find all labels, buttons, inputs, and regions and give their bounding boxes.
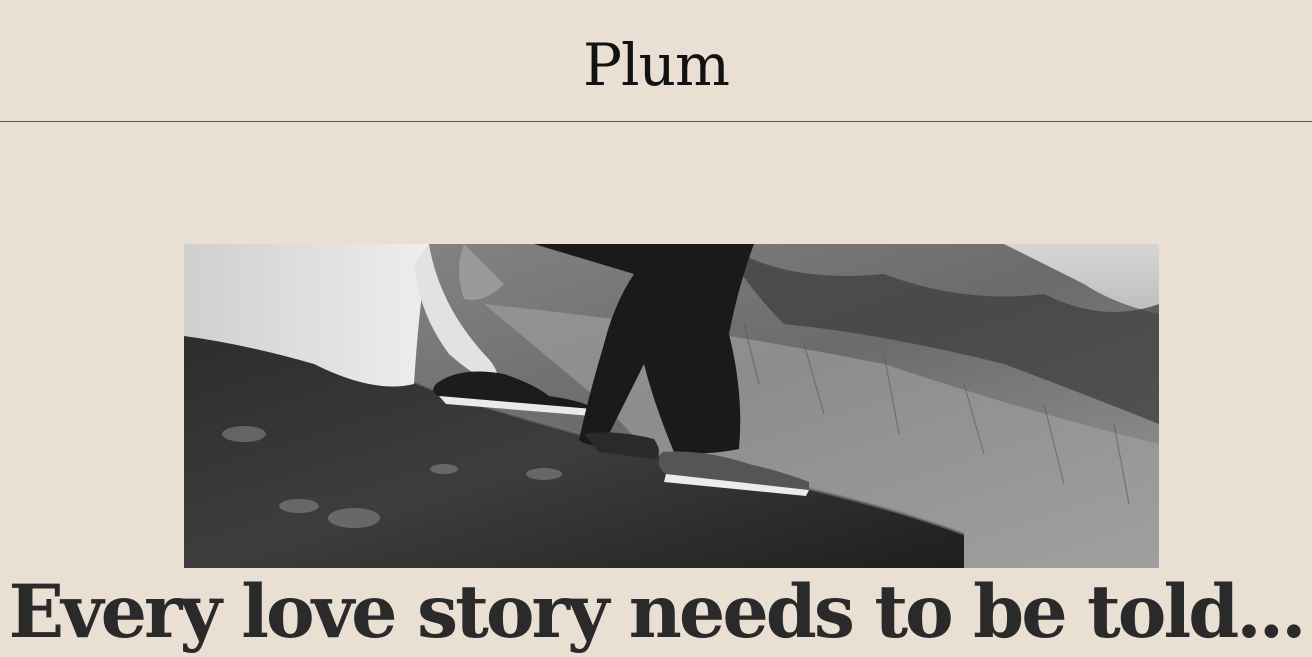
- site-header: Plum: [0, 0, 1312, 122]
- brand-logo-link[interactable]: Plum: [0, 30, 1312, 100]
- hero-tagline: Every love story needs to be told...: [8, 568, 1307, 655]
- hero-photo: [184, 244, 1159, 568]
